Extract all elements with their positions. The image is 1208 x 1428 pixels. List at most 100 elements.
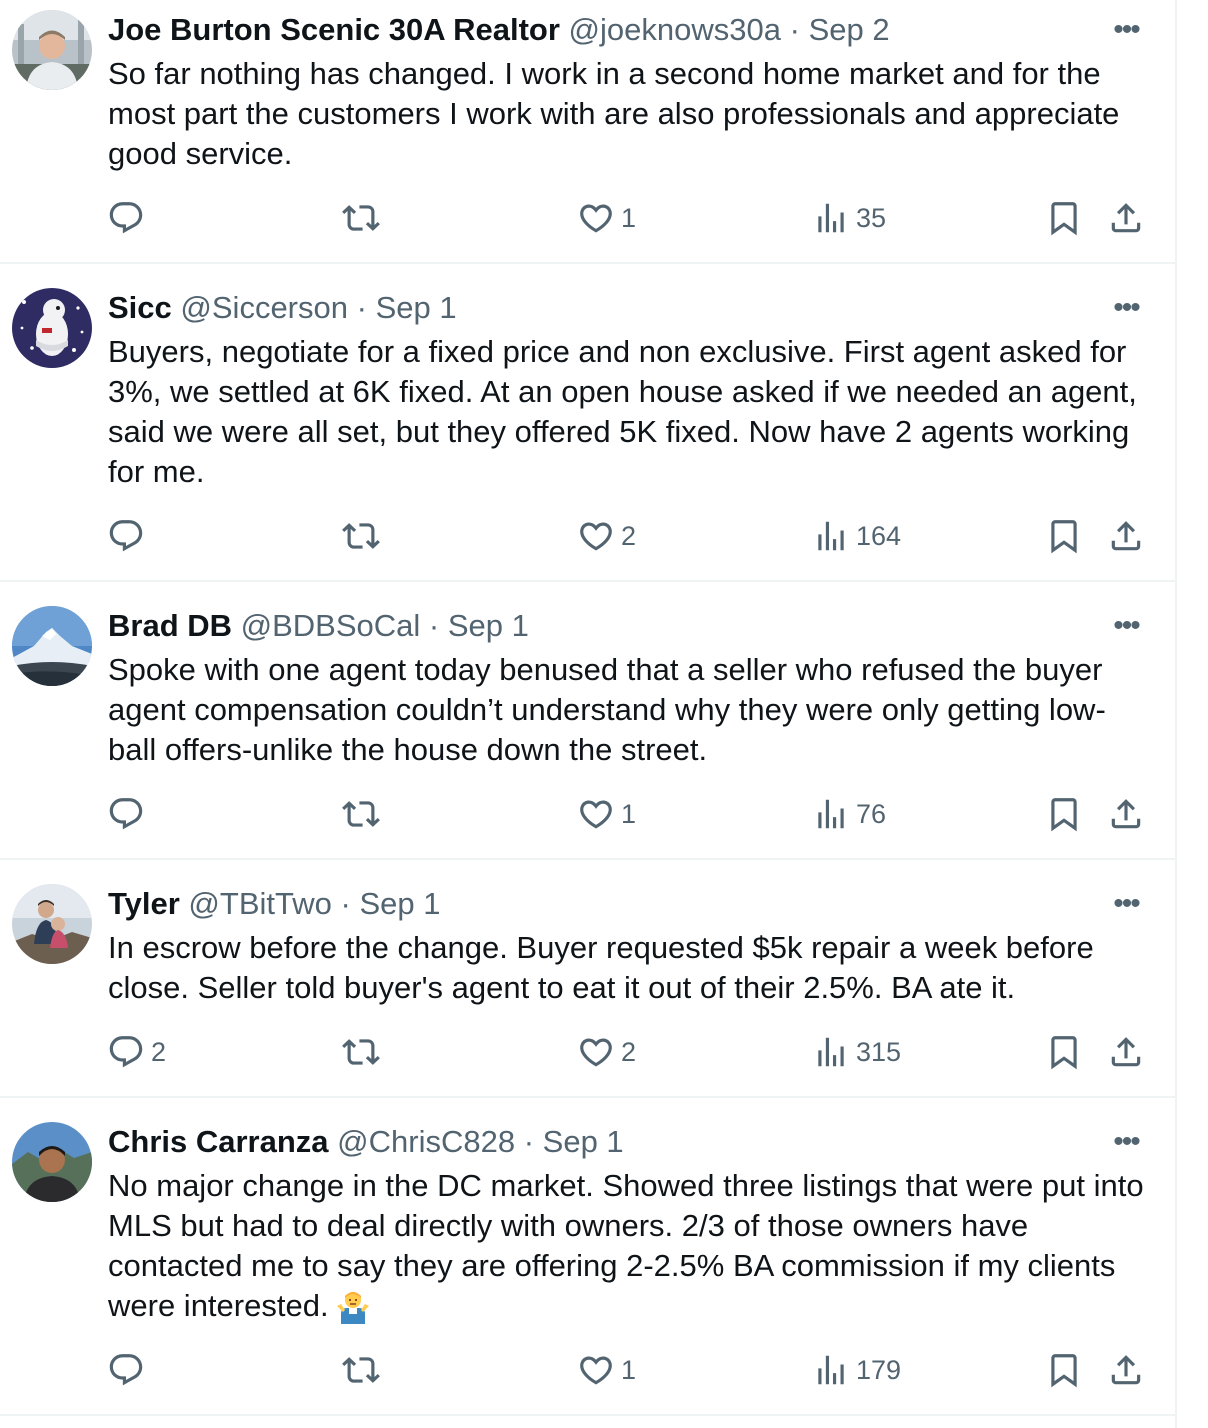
views-icon bbox=[818, 203, 844, 233]
man-shrugging-icon bbox=[336, 1292, 369, 1324]
views-icon bbox=[818, 799, 844, 829]
reply-button[interactable]: 2 bbox=[107, 1032, 166, 1072]
bookmark-button[interactable] bbox=[1045, 198, 1083, 238]
reply-icon bbox=[109, 1354, 143, 1386]
retweet-button[interactable] bbox=[342, 1032, 380, 1072]
views-button[interactable]: 179 bbox=[812, 1350, 901, 1390]
display-name[interactable]: Sicc bbox=[108, 290, 172, 325]
retweet-icon bbox=[342, 523, 380, 549]
display-name[interactable]: Chris Carranza bbox=[108, 1124, 329, 1159]
tweet[interactable]: Joe Burton Scenic 30A Realtor @joeknows3… bbox=[0, 0, 1177, 264]
more-icon[interactable]: ••• bbox=[1106, 1122, 1146, 1162]
separator: · bbox=[523, 1124, 535, 1159]
views-icon bbox=[818, 1037, 844, 1067]
reply-button[interactable] bbox=[107, 794, 151, 834]
reply-icon bbox=[109, 202, 143, 234]
retweet-button[interactable] bbox=[342, 198, 380, 238]
share-icon bbox=[1111, 1037, 1141, 1067]
more-icon[interactable]: ••• bbox=[1106, 288, 1146, 328]
bookmark-button[interactable] bbox=[1045, 1032, 1083, 1072]
view-count: 315 bbox=[856, 1036, 902, 1067]
avatar[interactable] bbox=[12, 884, 92, 964]
like-icon bbox=[580, 1356, 612, 1385]
tweet-header: Joe Burton Scenic 30A Realtor @joeknows3… bbox=[108, 10, 1087, 50]
views-button[interactable]: 76 bbox=[812, 794, 886, 834]
like-icon bbox=[580, 800, 612, 829]
bookmark-button[interactable] bbox=[1045, 516, 1083, 556]
views-icon bbox=[818, 521, 844, 551]
like-icon bbox=[580, 522, 612, 551]
like-button[interactable]: 2 bbox=[577, 516, 636, 556]
handle[interactable]: @TBitTwo bbox=[188, 886, 331, 921]
timestamp[interactable]: Sep 1 bbox=[448, 608, 529, 643]
share-icon bbox=[1111, 1355, 1141, 1385]
views-button[interactable]: 35 bbox=[812, 198, 886, 238]
timestamp[interactable]: Sep 1 bbox=[543, 1124, 624, 1159]
handle[interactable]: @joeknows30a bbox=[569, 12, 781, 47]
avatar[interactable] bbox=[12, 288, 92, 368]
like-button[interactable]: 1 bbox=[577, 1350, 636, 1390]
more-icon[interactable]: ••• bbox=[1106, 884, 1146, 924]
more-icon[interactable]: ••• bbox=[1106, 10, 1146, 50]
like-button[interactable]: 1 bbox=[577, 198, 636, 238]
share-button[interactable] bbox=[1107, 516, 1145, 556]
tweet[interactable]: Chris Carranza @ChrisC828 · Sep 1 ••• No… bbox=[0, 1098, 1177, 1416]
avatar[interactable] bbox=[12, 1122, 92, 1202]
views-button[interactable]: 315 bbox=[812, 1032, 901, 1072]
display-name[interactable]: Brad DB bbox=[108, 608, 232, 643]
bookmark-icon bbox=[1051, 520, 1077, 554]
retweet-button[interactable] bbox=[342, 1350, 380, 1390]
bookmark-button[interactable] bbox=[1045, 794, 1083, 834]
share-button[interactable] bbox=[1107, 1350, 1145, 1390]
display-name[interactable]: Tyler bbox=[108, 886, 180, 921]
tweet[interactable]: Brad DB @BDBSoCal · Sep 1 ••• Spoke with… bbox=[0, 582, 1177, 860]
separator: · bbox=[789, 12, 800, 47]
timestamp[interactable]: Sep 1 bbox=[376, 290, 457, 325]
separator: · bbox=[340, 886, 351, 921]
retweet-button[interactable] bbox=[342, 516, 380, 556]
views-button[interactable]: 164 bbox=[812, 516, 901, 556]
separator: · bbox=[428, 608, 440, 643]
like-icon bbox=[580, 1038, 612, 1067]
tweet-header: Sicc @Siccerson · Sep 1 bbox=[108, 288, 1087, 328]
tweet[interactable]: Tyler @TBitTwo · Sep 1 ••• In escrow bef… bbox=[0, 860, 1177, 1098]
tweet-header: Brad DB @BDBSoCal · Sep 1 bbox=[108, 606, 1087, 646]
timestamp[interactable]: Sep 1 bbox=[359, 886, 440, 921]
like-count: 1 bbox=[621, 1354, 637, 1385]
retweet-icon bbox=[342, 1039, 380, 1065]
tweet[interactable]: Sicc @Siccerson · Sep 1 ••• Buyers, nego… bbox=[0, 264, 1177, 582]
reply-button[interactable] bbox=[107, 198, 151, 238]
avatar[interactable] bbox=[12, 10, 92, 90]
share-button[interactable] bbox=[1107, 1032, 1145, 1072]
like-button[interactable]: 1 bbox=[577, 794, 636, 834]
retweet-icon bbox=[342, 801, 380, 827]
like-count: 1 bbox=[621, 202, 637, 233]
handle[interactable]: @ChrisC828 bbox=[337, 1124, 515, 1159]
bookmark-icon bbox=[1051, 1354, 1077, 1388]
like-icon bbox=[580, 204, 612, 233]
share-button[interactable] bbox=[1107, 794, 1145, 834]
separator: · bbox=[356, 290, 367, 325]
more-icon[interactable]: ••• bbox=[1106, 606, 1146, 646]
handle[interactable]: @Siccerson bbox=[180, 290, 348, 325]
retweet-button[interactable] bbox=[342, 794, 380, 834]
bookmark-button[interactable] bbox=[1045, 1350, 1083, 1390]
tweet-header: Tyler @TBitTwo · Sep 1 bbox=[108, 884, 1087, 924]
handle[interactable]: @BDBSoCal bbox=[241, 608, 421, 643]
tweet-text: So far nothing has changed. I work in a … bbox=[108, 56, 1120, 171]
avatar[interactable] bbox=[12, 606, 92, 686]
like-button[interactable]: 2 bbox=[577, 1032, 636, 1072]
bookmark-icon bbox=[1051, 1036, 1077, 1070]
retweet-icon bbox=[342, 205, 380, 231]
like-count: 2 bbox=[621, 520, 637, 551]
timestamp[interactable]: Sep 2 bbox=[809, 12, 890, 47]
reply-button[interactable] bbox=[107, 1350, 151, 1390]
view-count: 35 bbox=[856, 202, 887, 233]
reply-icon bbox=[109, 798, 143, 830]
share-button[interactable] bbox=[1107, 198, 1145, 238]
reply-button[interactable] bbox=[107, 516, 151, 556]
display-name[interactable]: Joe Burton Scenic 30A Realtor bbox=[108, 12, 560, 47]
tweet-text: In escrow before the change. Buyer reque… bbox=[108, 930, 1094, 1005]
view-count: 179 bbox=[856, 1354, 902, 1385]
share-icon bbox=[1111, 799, 1141, 829]
